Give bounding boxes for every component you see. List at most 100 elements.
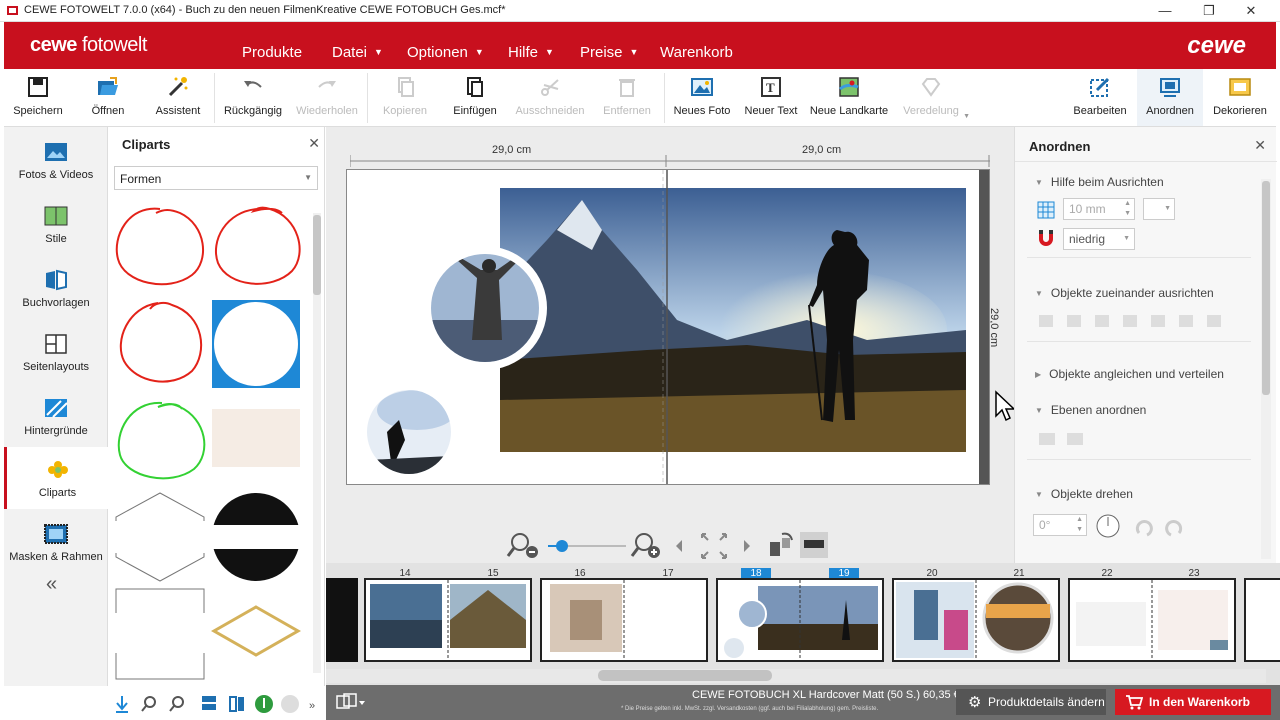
more-icon[interactable]: » xyxy=(309,700,315,712)
open-button[interactable]: Öffnen xyxy=(80,73,136,125)
menu-warenkorb[interactable]: Warenkorb xyxy=(660,44,733,61)
clipart-beige-rectangle[interactable] xyxy=(212,409,300,467)
section-distribute[interactable]: ▶ Objekte angleichen und verteilen xyxy=(1035,367,1224,381)
spread-thumbnail-18-19-selected[interactable] xyxy=(716,578,884,662)
clipart-red-circle-1[interactable] xyxy=(115,207,205,286)
circle-photo-hiker-arms-raised[interactable] xyxy=(423,246,547,370)
section-align-help[interactable]: ▼ Hilfe beim Ausrichten xyxy=(1035,175,1164,189)
section-rotate[interactable]: ▼ Objekte drehen xyxy=(1035,487,1133,501)
add-to-cart-button[interactable]: In den Warenkorb xyxy=(1115,689,1271,715)
rotate-left-icon[interactable] xyxy=(1135,520,1153,537)
spread-thumbnail-22-23[interactable] xyxy=(1068,578,1236,662)
new-map-button[interactable]: Neue Landkarte xyxy=(808,73,890,125)
clipart-green-circle[interactable] xyxy=(117,401,206,480)
bring-forward-icon[interactable] xyxy=(1039,433,1055,445)
section-align-objects[interactable]: ▼ Objekte zueinander ausrichten xyxy=(1035,286,1214,300)
page-view-icon[interactable] xyxy=(336,693,366,711)
zoom-out-icon[interactable] xyxy=(506,533,538,558)
globe-download-icon[interactable] xyxy=(255,695,273,713)
menu-datei[interactable]: Datei ▼ xyxy=(332,44,383,61)
nav-backgrounds[interactable]: Hintergründe xyxy=(4,385,108,447)
spread-thumbnail-14-15[interactable] xyxy=(364,578,532,662)
grid-color-select[interactable]: ▼ xyxy=(1143,198,1175,220)
product-details-button[interactable]: ⚙ Produktdetails ändern xyxy=(956,689,1106,715)
clipart-hexagon-outline[interactable] xyxy=(112,492,208,582)
menu-hilfe[interactable]: Hilfe ▼ xyxy=(508,44,554,61)
nav-styles[interactable]: Stile xyxy=(4,193,108,255)
rotate-right-icon[interactable] xyxy=(1165,520,1183,537)
nav-book-templates[interactable]: Buchvorlagen xyxy=(4,257,108,319)
globe-disabled-icon[interactable] xyxy=(281,695,299,713)
clipart-gold-diamond[interactable] xyxy=(210,605,302,657)
layers-icon[interactable] xyxy=(202,696,216,710)
filmstrip-scrollbar[interactable] xyxy=(326,669,1266,683)
redo-button[interactable]: Wiederholen xyxy=(292,73,362,125)
panorama-photo[interactable] xyxy=(500,188,966,452)
close-icon[interactable]: ✕ xyxy=(308,135,320,152)
fit-to-screen-icon[interactable] xyxy=(701,533,727,559)
nav-cliparts[interactable]: Cliparts xyxy=(4,447,108,509)
grid-size-input[interactable]: 10 mm ▲ ▼ xyxy=(1063,198,1135,220)
cliparts-scroll-thumb[interactable] xyxy=(313,215,321,295)
circle-photo-hiker-clouds[interactable] xyxy=(367,390,457,474)
minimize-button[interactable]: — xyxy=(1150,2,1180,20)
ruler-toggle-icon[interactable] xyxy=(800,532,828,558)
next-page-icon[interactable] xyxy=(744,540,750,552)
align-middle-icon[interactable] xyxy=(1151,315,1165,327)
maximize-button[interactable]: ❐ xyxy=(1194,2,1224,20)
arrange-scroll-thumb[interactable] xyxy=(1262,181,1270,395)
copy-button[interactable]: Kopieren xyxy=(376,73,434,125)
filmstrip-scroll-thumb[interactable] xyxy=(598,670,772,681)
align-center-icon[interactable] xyxy=(1067,315,1081,327)
align-bottom-icon[interactable] xyxy=(1179,315,1193,327)
menu-produkte[interactable]: Produkte xyxy=(242,44,302,61)
zoom-in-icon[interactable] xyxy=(169,696,184,712)
send-backward-icon[interactable] xyxy=(1067,433,1083,445)
align-top-icon[interactable] xyxy=(1123,315,1137,327)
edit-mode-button[interactable]: Bearbeiten xyxy=(1070,73,1130,125)
clipart-red-circle-2[interactable] xyxy=(215,206,301,285)
spread-thumbnail-partial[interactable] xyxy=(326,578,358,662)
spread-thumbnail-20-21[interactable] xyxy=(892,578,1060,662)
clipart-category-select[interactable]: Formen ▼ xyxy=(114,166,318,190)
decorate-mode-button[interactable]: Dekorieren xyxy=(1208,73,1272,125)
download-icon[interactable] xyxy=(116,696,128,713)
align-left-icon[interactable] xyxy=(1039,315,1053,327)
remove-button[interactable]: Entfernen xyxy=(596,73,658,125)
nav-masks-frames[interactable]: Masken & Rahmen xyxy=(4,511,108,573)
close-icon[interactable]: ✕ xyxy=(1254,137,1266,154)
save-button[interactable]: Speichern xyxy=(10,73,66,125)
nav-photos-videos[interactable]: Fotos & Videos xyxy=(4,129,108,191)
clipart-rectangle-outline[interactable] xyxy=(112,588,208,680)
menu-optionen[interactable]: Optionen ▼ xyxy=(407,44,484,61)
align-right-icon[interactable] xyxy=(1095,315,1109,327)
refine-button[interactable]: Veredelung ▼ xyxy=(900,73,970,125)
arrange-mode-button[interactable]: Anordnen xyxy=(1137,69,1203,126)
rotation-input[interactable]: 0° ▲ ▼ xyxy=(1033,514,1087,536)
clipart-red-circle-3[interactable] xyxy=(119,301,203,383)
new-photo-button[interactable]: Neues Foto xyxy=(670,73,734,125)
spread-thumbnail-16-17[interactable] xyxy=(540,578,708,662)
new-text-button[interactable]: T Neuer Text xyxy=(742,73,800,125)
clipart-white-circle-blue-bg[interactable] xyxy=(212,300,300,388)
section-layers[interactable]: ▼ Ebenen anordnen xyxy=(1035,403,1146,417)
zoom-out-icon[interactable] xyxy=(141,696,156,712)
undo-button[interactable]: Rückgängig xyxy=(222,73,284,125)
swap-pages-icon[interactable] xyxy=(770,532,793,556)
collapse-panel-button[interactable]: « xyxy=(46,573,57,596)
previous-page-icon[interactable] xyxy=(676,540,682,552)
nav-page-layouts[interactable]: Seitenlayouts xyxy=(4,321,108,383)
spread-thumbnail-partial[interactable] xyxy=(1244,578,1280,662)
snap-strength-select[interactable]: niedrig ▼ xyxy=(1063,228,1135,250)
cut-button[interactable]: Ausschneiden xyxy=(512,73,588,125)
rotation-dial-icon[interactable] xyxy=(1096,514,1120,538)
clipart-black-circle-stripe[interactable] xyxy=(208,491,304,583)
zoom-slider-handle[interactable] xyxy=(556,540,568,552)
close-window-button[interactable]: ✕ xyxy=(1236,2,1266,20)
page-split-icon[interactable] xyxy=(229,696,244,712)
menu-preise[interactable]: Preise ▼ xyxy=(580,44,638,61)
assistant-button[interactable]: Assistent xyxy=(148,73,208,125)
align-page-icon[interactable] xyxy=(1207,315,1221,327)
paste-button[interactable]: Einfügen xyxy=(446,73,504,125)
zoom-in-icon[interactable] xyxy=(630,533,660,558)
